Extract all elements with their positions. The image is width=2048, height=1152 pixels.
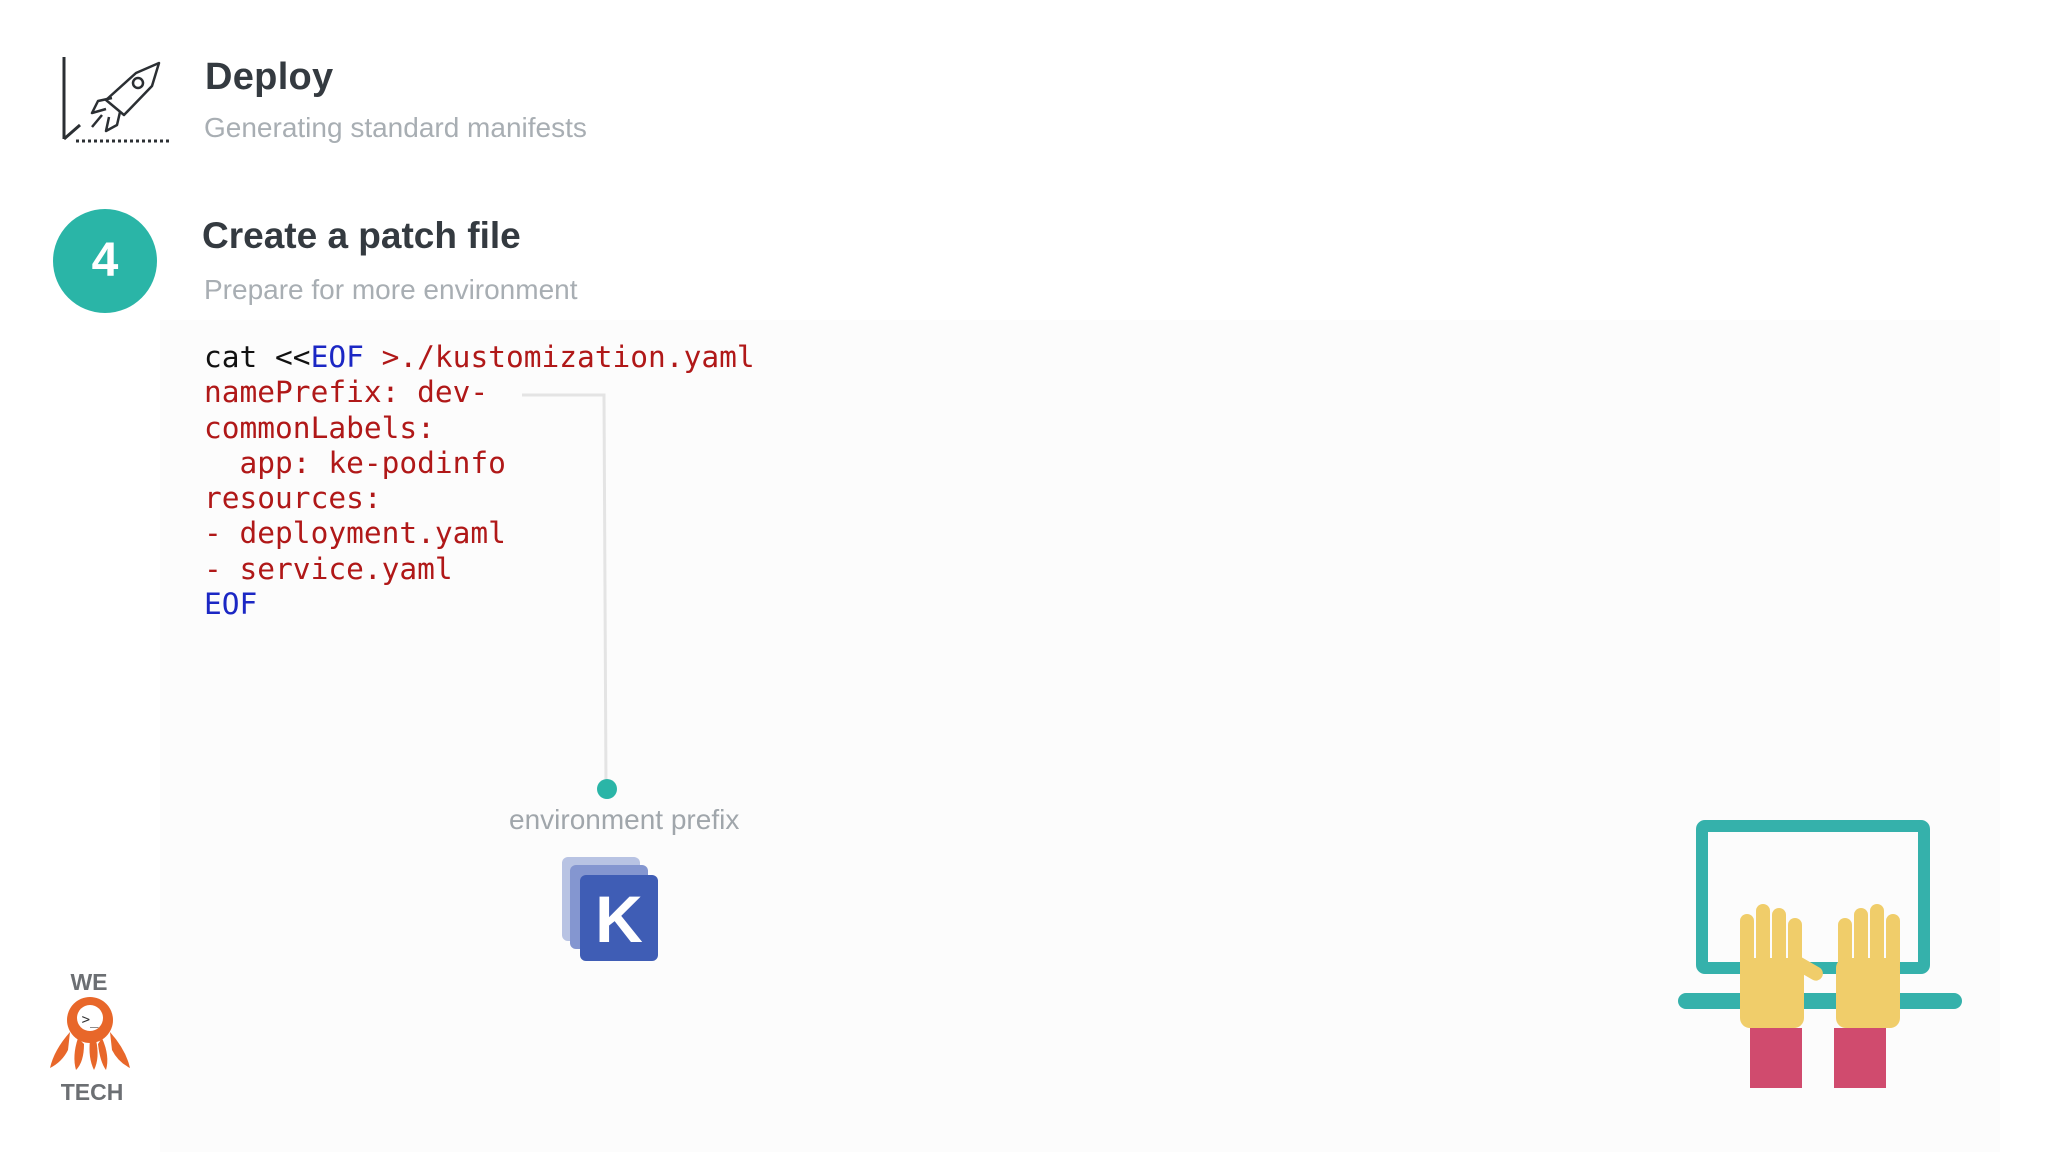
section-title: Deploy (205, 56, 334, 98)
octopus-mascot-icon: WE >_ TECH (50, 969, 130, 1105)
rocket-chart-icon (62, 57, 170, 143)
code-line: app: ke-podinfo (204, 445, 506, 480)
code-block: cat <<EOF >./kustomization.yaml namePrefi… (204, 340, 755, 622)
logo-text-bottom: TECH (61, 1079, 124, 1105)
section-subtitle: Generating standard manifests (204, 112, 587, 143)
code-redirect-target: >./kustomization.yaml (363, 340, 755, 374)
code-line: cat <<EOF >./kustomization.yaml (204, 340, 755, 375)
laptop-typing-hands-icon (1678, 820, 1962, 1088)
code-command: cat << (204, 340, 311, 374)
step-title: Create a patch file (202, 215, 521, 256)
code-line: commonLabels: (204, 410, 435, 445)
annotation-label: environment prefix (509, 804, 740, 835)
svg-text:>_: >_ (82, 1012, 99, 1028)
code-line: - deployment.yaml (204, 516, 506, 551)
code-line: resources: (204, 481, 382, 516)
step-subtitle: Prepare for more environment (204, 274, 578, 305)
kustomize-logo-icon: K (562, 857, 658, 961)
code-line: EOF (204, 587, 258, 622)
annotation-connector (522, 393, 617, 799)
code-line: namePrefix: dev- (204, 375, 489, 410)
logo-text-top: WE (70, 969, 107, 995)
code-line: - service.yaml (204, 551, 453, 586)
step-number-badge: 4 (53, 209, 157, 313)
code-heredoc-delimiter: EOF (310, 340, 364, 374)
kustomize-logo-letter: K (595, 882, 643, 956)
